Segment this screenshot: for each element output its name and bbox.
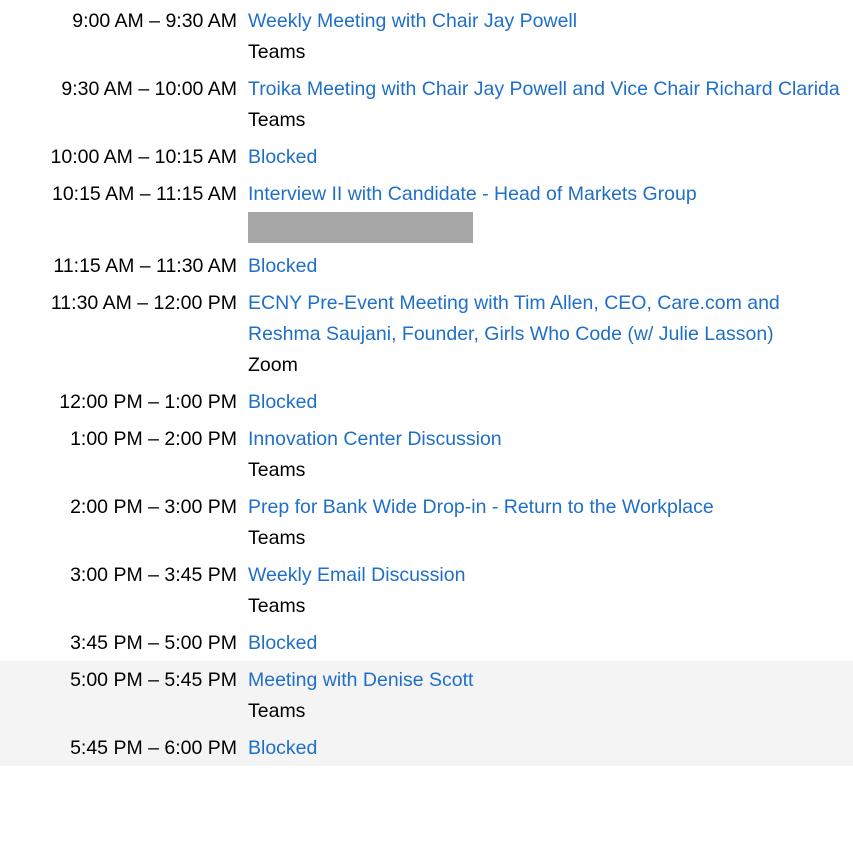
event-location: Teams: [248, 109, 306, 131]
event-title-link[interactable]: Blocked: [248, 628, 848, 659]
schedule-list: 9:00 AM – 9:30 AM Weekly Meeting with Ch…: [0, 2, 853, 766]
event-location: Teams: [248, 459, 306, 481]
schedule-row: 3:45 PM – 5:00 PM Blocked: [0, 624, 853, 661]
event-details: Meeting with Denise Scott Teams: [248, 661, 848, 729]
event-details: Weekly Email Discussion Teams: [248, 556, 848, 624]
event-title-link[interactable]: Weekly Email Discussion: [248, 560, 848, 591]
event-time: 9:00 AM – 9:30 AM: [72, 10, 237, 32]
event-details: ECNY Pre-Event Meeting with Tim Allen, C…: [248, 284, 848, 383]
event-title-link[interactable]: Prep for Bank Wide Drop-in - Return to t…: [248, 492, 848, 523]
event-time: 1:00 PM – 2:00 PM: [70, 428, 237, 450]
schedule-row: 9:30 AM – 10:00 AM Troika Meeting with C…: [0, 70, 853, 138]
redaction-block: [248, 212, 473, 243]
schedule-row: 12:00 PM – 1:00 PM Blocked: [0, 383, 853, 420]
event-time: 11:30 AM – 12:00 PM: [50, 292, 237, 314]
event-title-link[interactable]: ECNY Pre-Event Meeting with Tim Allen, C…: [248, 288, 848, 350]
schedule-row-highlighted: 5:00 PM – 5:45 PM Meeting with Denise Sc…: [0, 661, 853, 729]
event-title-link[interactable]: Blocked: [248, 733, 848, 764]
schedule-row: 2:00 PM – 3:00 PM Prep for Bank Wide Dro…: [0, 488, 853, 556]
event-time: 2:00 PM – 3:00 PM: [70, 496, 237, 518]
event-title-link[interactable]: Weekly Meeting with Chair Jay Powell: [248, 6, 848, 37]
event-details: Interview II with Candidate - Head of Ma…: [248, 175, 848, 247]
event-title-link[interactable]: Meeting with Denise Scott: [248, 665, 848, 696]
event-title-link[interactable]: Blocked: [248, 251, 848, 282]
schedule-row: 10:00 AM – 10:15 AM Blocked: [0, 138, 853, 175]
event-location: Teams: [248, 700, 306, 722]
event-time: 12:00 PM – 1:00 PM: [59, 391, 237, 413]
event-title-link[interactable]: Innovation Center Discussion: [248, 424, 848, 455]
event-time: 11:15 AM – 11:30 AM: [53, 255, 237, 277]
event-time: 3:45 PM – 5:00 PM: [70, 632, 237, 654]
event-details: Blocked: [248, 624, 848, 661]
event-time: 3:00 PM – 3:45 PM: [70, 564, 237, 586]
event-details: Prep for Bank Wide Drop-in - Return to t…: [248, 488, 848, 556]
event-time: 10:00 AM – 10:15 AM: [50, 146, 237, 168]
schedule-row: 10:15 AM – 11:15 AM Interview II with Ca…: [0, 175, 853, 247]
event-details: Troika Meeting with Chair Jay Powell and…: [248, 70, 848, 138]
schedule-row: 1:00 PM – 2:00 PM Innovation Center Disc…: [0, 420, 853, 488]
event-details: Innovation Center Discussion Teams: [248, 420, 848, 488]
event-time: 9:30 AM – 10:00 AM: [61, 78, 237, 100]
event-time: 10:15 AM – 11:15 AM: [51, 183, 237, 205]
schedule-row: 9:00 AM – 9:30 AM Weekly Meeting with Ch…: [0, 2, 853, 70]
event-time: 5:45 PM – 6:00 PM: [70, 737, 237, 759]
event-details: Blocked: [248, 247, 848, 284]
schedule-row-highlighted: 5:45 PM – 6:00 PM Blocked: [0, 729, 853, 766]
event-details: Blocked: [248, 138, 848, 175]
schedule-row: 11:30 AM – 12:00 PM ECNY Pre-Event Meeti…: [0, 284, 853, 383]
event-details: Blocked: [248, 729, 848, 766]
event-time: 5:00 PM – 5:45 PM: [70, 669, 237, 691]
event-details: Weekly Meeting with Chair Jay Powell Tea…: [248, 2, 848, 70]
event-title-link[interactable]: Troika Meeting with Chair Jay Powell and…: [248, 74, 848, 105]
schedule-row: 3:00 PM – 3:45 PM Weekly Email Discussio…: [0, 556, 853, 624]
event-location: Teams: [248, 41, 306, 63]
schedule-row: 11:15 AM – 11:30 AM Blocked: [0, 247, 853, 284]
event-details: Blocked: [248, 383, 848, 420]
event-location: Zoom: [248, 354, 298, 376]
event-title-link[interactable]: Blocked: [248, 387, 848, 418]
event-title-link[interactable]: Blocked: [248, 142, 848, 173]
event-location: Teams: [248, 527, 306, 549]
event-location: Teams: [248, 595, 306, 617]
event-title-link[interactable]: Interview II with Candidate - Head of Ma…: [248, 179, 848, 210]
